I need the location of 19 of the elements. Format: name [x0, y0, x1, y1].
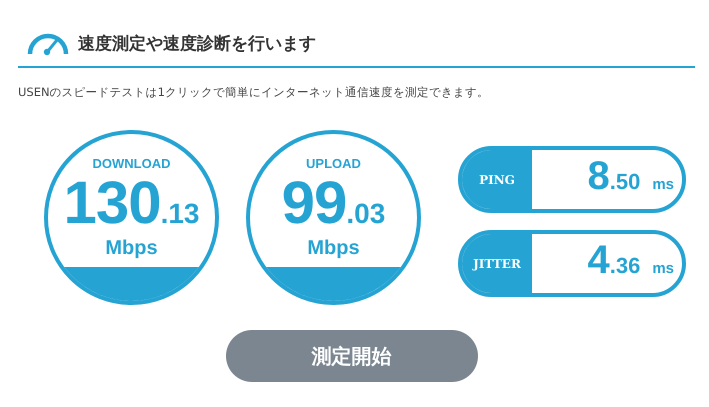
- speed-decimal: .03: [346, 200, 386, 228]
- speed-decimal: .13: [160, 200, 200, 228]
- metric-decimal: .36: [610, 253, 640, 279]
- metric-label: JITTER: [473, 256, 521, 270]
- metric-unit: ms: [652, 176, 674, 193]
- metric-label: PING: [479, 172, 515, 186]
- description-text: USENのスピードテストは1クリックで簡単にインターネット通信速度を測定できます。: [18, 85, 490, 100]
- speed-value: 99: [282, 173, 346, 233]
- speed-unit: Mbps: [307, 237, 360, 260]
- start-button[interactable]: 測定開始: [226, 330, 478, 382]
- gauge-label: DOWNLOAD: [92, 156, 170, 171]
- section-title: 速度測定や速度診断を行います: [78, 32, 316, 54]
- metric-unit: ms: [652, 260, 674, 277]
- metric-value: 8: [587, 154, 610, 199]
- metric-value: 4: [587, 238, 610, 283]
- gauge-label: UPLOAD: [306, 156, 361, 171]
- metric-decimal: .50: [610, 169, 640, 195]
- speed-unit: Mbps: [105, 237, 158, 260]
- speed-value: 130: [63, 173, 161, 233]
